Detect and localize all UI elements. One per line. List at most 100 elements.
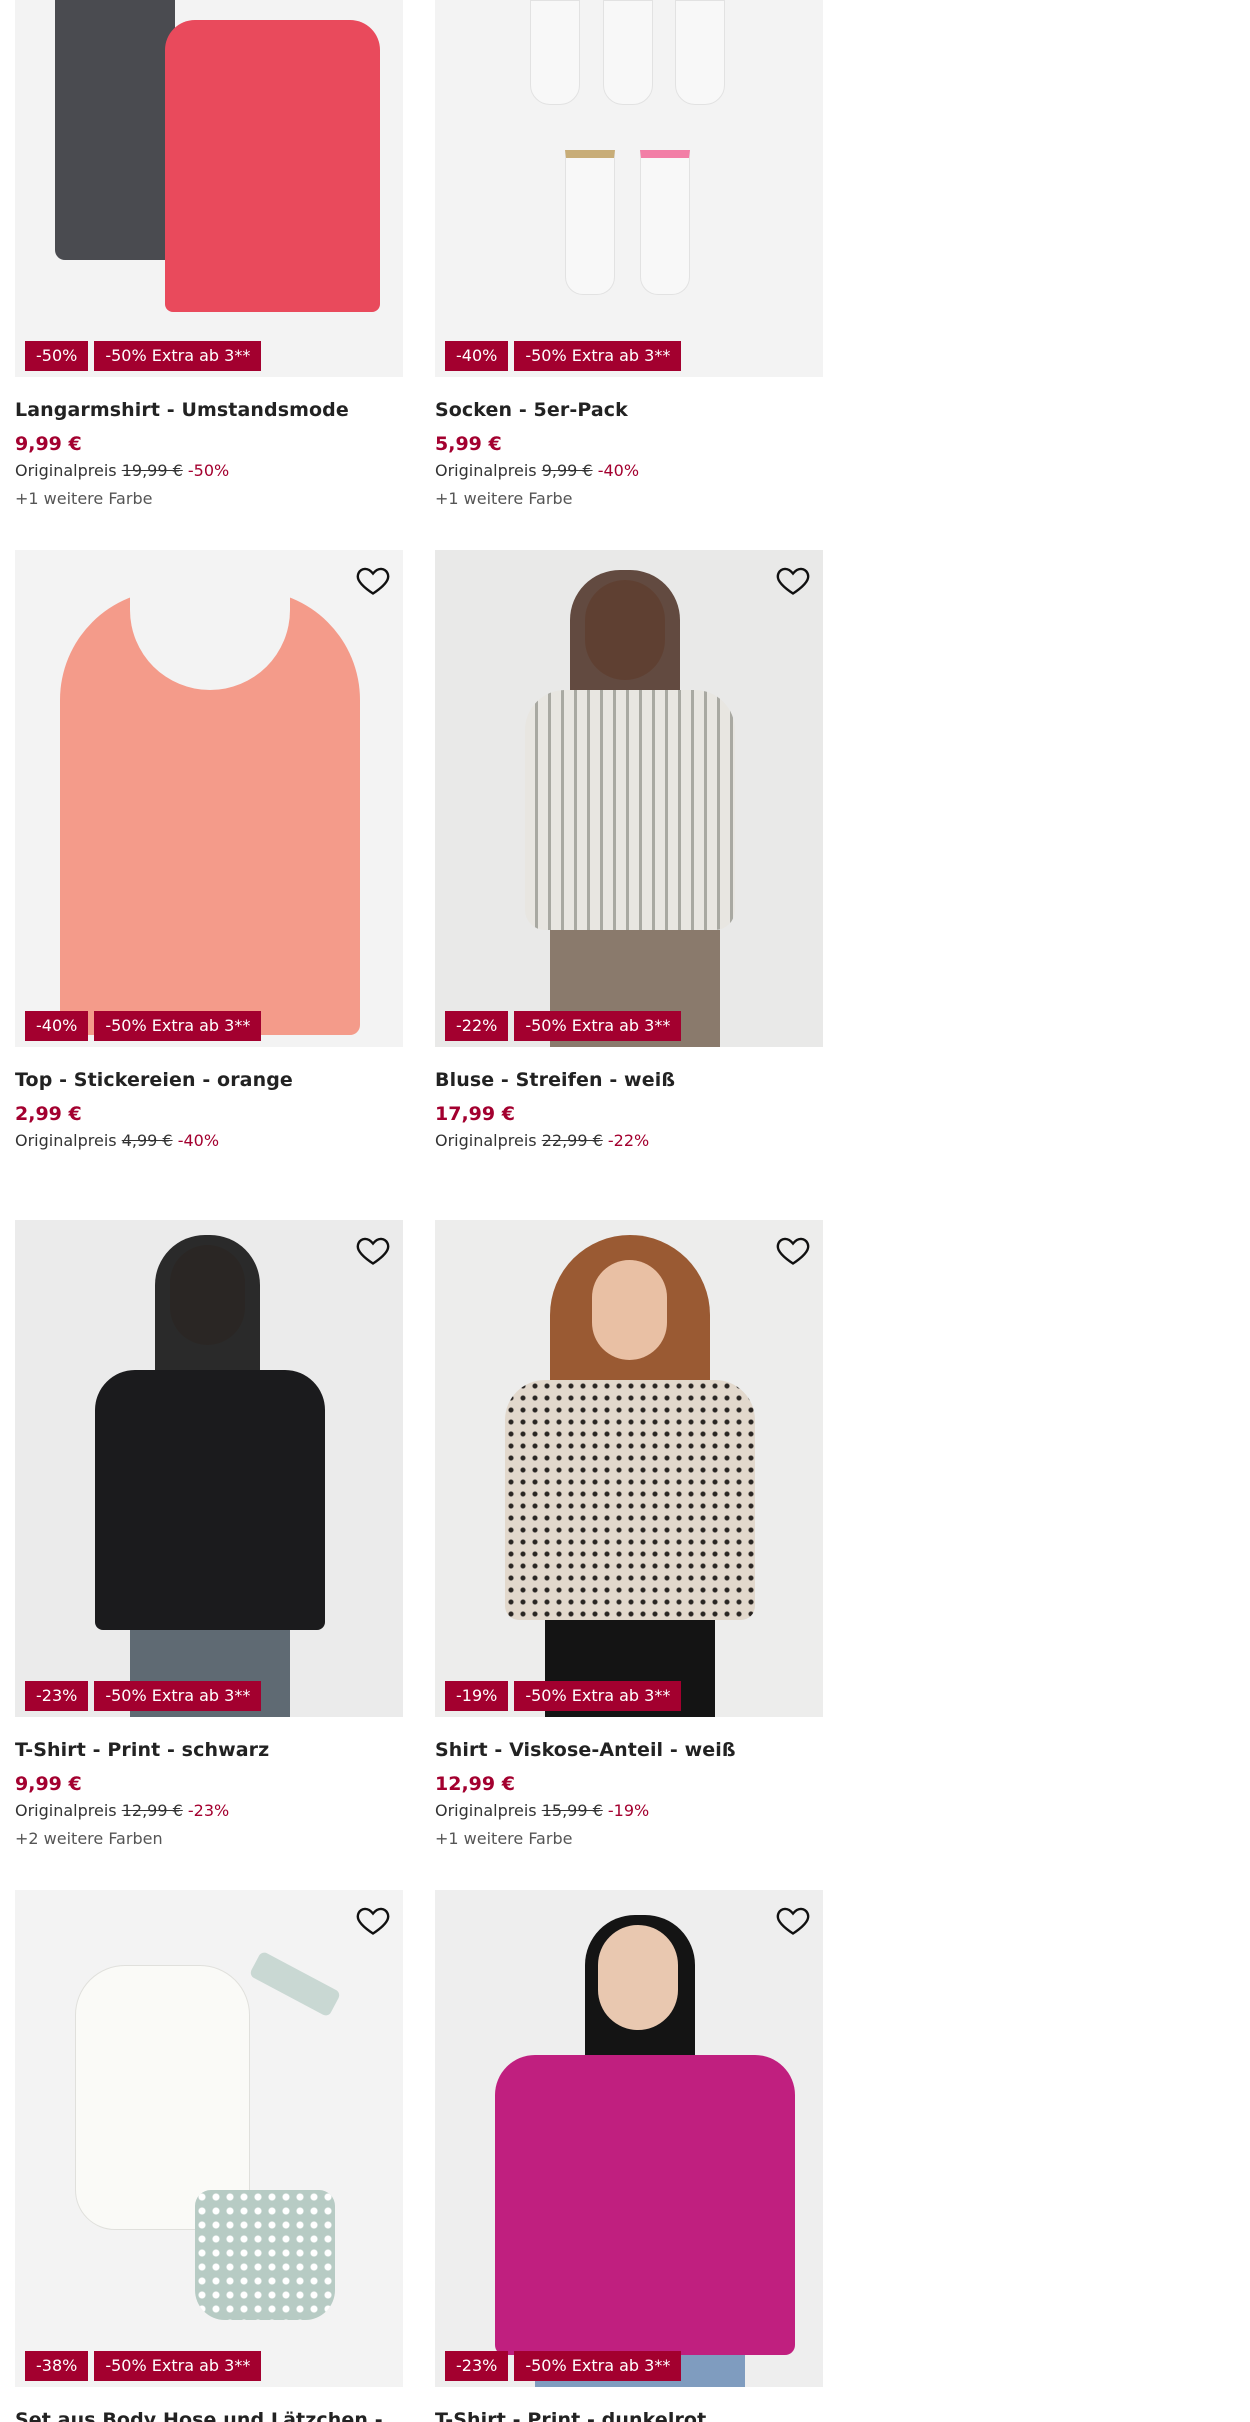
model-head — [592, 1260, 667, 1360]
product-name[interactable]: T-Shirt - Print - schwarz — [15, 1739, 403, 1761]
product-name[interactable]: Bluse - Streifen - weiß — [435, 1069, 823, 1091]
product-price: 5,99 € — [435, 433, 502, 455]
original-price-line: Originalpreis 12,99 € -23% — [15, 1801, 403, 1820]
discount-percent: -50% — [187, 461, 230, 480]
product-price: 17,99 € — [435, 1103, 515, 1125]
product-card[interactable]: -22% -50% Extra ab 3** Bluse - Streifen … — [435, 550, 823, 1150]
more-colors[interactable]: +2 weitere Farben — [15, 1829, 403, 1848]
wishlist-heart-icon[interactable] — [355, 1902, 391, 1938]
discount-percent: -23% — [187, 1801, 230, 1820]
product-card[interactable]: -50% -50% Extra ab 3** Langarmshirt - Um… — [15, 0, 403, 508]
product-image[interactable]: -40% -50% Extra ab 3** — [15, 550, 403, 1047]
discount-badge: -50% — [25, 341, 89, 371]
wishlist-heart-icon[interactable] — [775, 1232, 811, 1268]
original-price: 19,99 € — [121, 461, 183, 480]
product-price: 2,99 € — [15, 1103, 82, 1125]
product-card[interactable]: -19% -50% Extra ab 3** Shirt - Viskose-A… — [435, 1220, 823, 1848]
badges: -23% -50% Extra ab 3** — [445, 2351, 682, 2381]
badges: -23% -50% Extra ab 3** — [25, 1681, 262, 1711]
extra-discount-badge: -50% Extra ab 3** — [94, 2351, 262, 2381]
shorts-illustration — [195, 2190, 335, 2320]
discount-percent: -40% — [597, 461, 640, 480]
product-price: 12,99 € — [435, 1773, 515, 1795]
badges: -40% -50% Extra ab 3** — [25, 1011, 262, 1041]
original-price-label: Originalpreis — [435, 1131, 537, 1150]
original-price: 15,99 € — [541, 1801, 603, 1820]
product-image[interactable]: -38% -50% Extra ab 3** — [15, 1890, 403, 2387]
product-image[interactable]: -23% -50% Extra ab 3** — [15, 1220, 403, 1717]
original-price-line: Originalpreis 19,99 € -50% — [15, 461, 403, 480]
product-card[interactable]: -40% -50% Extra ab 3** Top - Stickereien… — [15, 550, 403, 1150]
model-hair — [155, 1235, 260, 1385]
shirt-dark-illustration — [55, 0, 175, 260]
extra-discount-badge: -50% Extra ab 3** — [514, 1011, 682, 1041]
original-price-line: Originalpreis 15,99 € -19% — [435, 1801, 823, 1820]
discount-badge: -23% — [445, 2351, 509, 2381]
original-price-line: Originalpreis 22,99 € -22% — [435, 1131, 823, 1150]
product-card[interactable]: -38% -50% Extra ab 3** Set aus Body Hose… — [15, 1890, 403, 2422]
discount-percent: -22% — [607, 1131, 650, 1150]
product-image[interactable]: -22% -50% Extra ab 3** — [435, 550, 823, 1047]
sock-pink-stripe — [640, 150, 690, 295]
original-price: 4,99 € — [121, 1131, 173, 1150]
product-name[interactable]: Top - Stickereien - orange — [15, 1069, 403, 1091]
product-image[interactable]: -40% -50% Extra ab 3** — [435, 0, 823, 377]
original-price-label: Originalpreis — [15, 461, 117, 480]
original-price-label: Originalpreis — [435, 1801, 537, 1820]
original-price-label: Originalpreis — [435, 461, 537, 480]
product-price: 9,99 € — [15, 1773, 82, 1795]
badges: -40% -50% Extra ab 3** — [445, 341, 682, 371]
original-price: 9,99 € — [541, 461, 593, 480]
socks-illustration — [603, 0, 653, 105]
product-image[interactable]: -19% -50% Extra ab 3** — [435, 1220, 823, 1717]
original-price: 22,99 € — [541, 1131, 603, 1150]
original-price-line: Originalpreis 4,99 € -40% — [15, 1131, 403, 1150]
badges: -19% -50% Extra ab 3** — [445, 1681, 682, 1711]
socks-illustration — [530, 0, 580, 105]
product-card[interactable]: -23% -50% Extra ab 3** T-Shirt - Print -… — [435, 1890, 823, 2422]
product-card[interactable]: -23% -50% Extra ab 3** T-Shirt - Print -… — [15, 1220, 403, 1848]
original-price-label: Originalpreis — [15, 1801, 117, 1820]
extra-discount-badge: -50% Extra ab 3** — [514, 2351, 682, 2381]
discount-badge: -40% — [25, 1011, 89, 1041]
extra-discount-badge: -50% Extra ab 3** — [94, 1011, 262, 1041]
wishlist-heart-icon[interactable] — [355, 562, 391, 598]
product-name[interactable]: Langarmshirt - Umstandsmode — [15, 399, 403, 421]
black-tshirt-illustration — [95, 1370, 325, 1630]
more-colors[interactable]: +1 weitere Farbe — [15, 489, 403, 508]
badges: -38% -50% Extra ab 3** — [25, 2351, 262, 2381]
extra-discount-badge: -50% Extra ab 3** — [514, 341, 682, 371]
headband-illustration — [248, 1950, 342, 2018]
product-name[interactable]: Shirt - Viskose-Anteil - weiß — [435, 1739, 823, 1761]
badges: -22% -50% Extra ab 3** — [445, 1011, 682, 1041]
discount-badge: -40% — [445, 341, 509, 371]
original-price-label: Originalpreis — [15, 1131, 117, 1150]
product-image[interactable]: -50% -50% Extra ab 3** — [15, 0, 403, 377]
product-price: 9,99 € — [15, 433, 82, 455]
discount-badge: -23% — [25, 1681, 89, 1711]
socks-illustration — [675, 0, 725, 105]
badges: -50% -50% Extra ab 3** — [25, 341, 262, 371]
discount-badge: -22% — [445, 1011, 509, 1041]
wishlist-heart-icon[interactable] — [775, 1902, 811, 1938]
discount-percent: -19% — [607, 1801, 650, 1820]
wishlist-heart-icon[interactable] — [775, 562, 811, 598]
product-card[interactable]: -40% -50% Extra ab 3** Socken - 5er-Pack… — [435, 0, 823, 508]
more-colors[interactable]: +1 weitere Farbe — [435, 489, 823, 508]
product-name[interactable]: Socken - 5er-Pack — [435, 399, 823, 421]
extra-discount-badge: -50% Extra ab 3** — [94, 1681, 262, 1711]
original-price-line: Originalpreis 9,99 € -40% — [435, 461, 823, 480]
product-name[interactable]: T-Shirt - Print - dunkelrot — [435, 2409, 823, 2422]
discount-percent: -40% — [177, 1131, 220, 1150]
wishlist-heart-icon[interactable] — [355, 1232, 391, 1268]
more-colors[interactable]: +1 weitere Farbe — [435, 1829, 823, 1848]
product-image[interactable]: -23% -50% Extra ab 3** — [435, 1890, 823, 2387]
striped-blouse-illustration — [525, 690, 735, 930]
original-price: 12,99 € — [121, 1801, 183, 1820]
product-name[interactable]: Set aus Body Hose und Lätzchen - Disney … — [15, 2409, 403, 2422]
shirt-pink-illustration — [165, 20, 380, 312]
discount-badge: -19% — [445, 1681, 509, 1711]
discount-badge: -38% — [25, 2351, 89, 2381]
extra-discount-badge: -50% Extra ab 3** — [94, 341, 262, 371]
magenta-tshirt-illustration — [495, 2055, 795, 2355]
